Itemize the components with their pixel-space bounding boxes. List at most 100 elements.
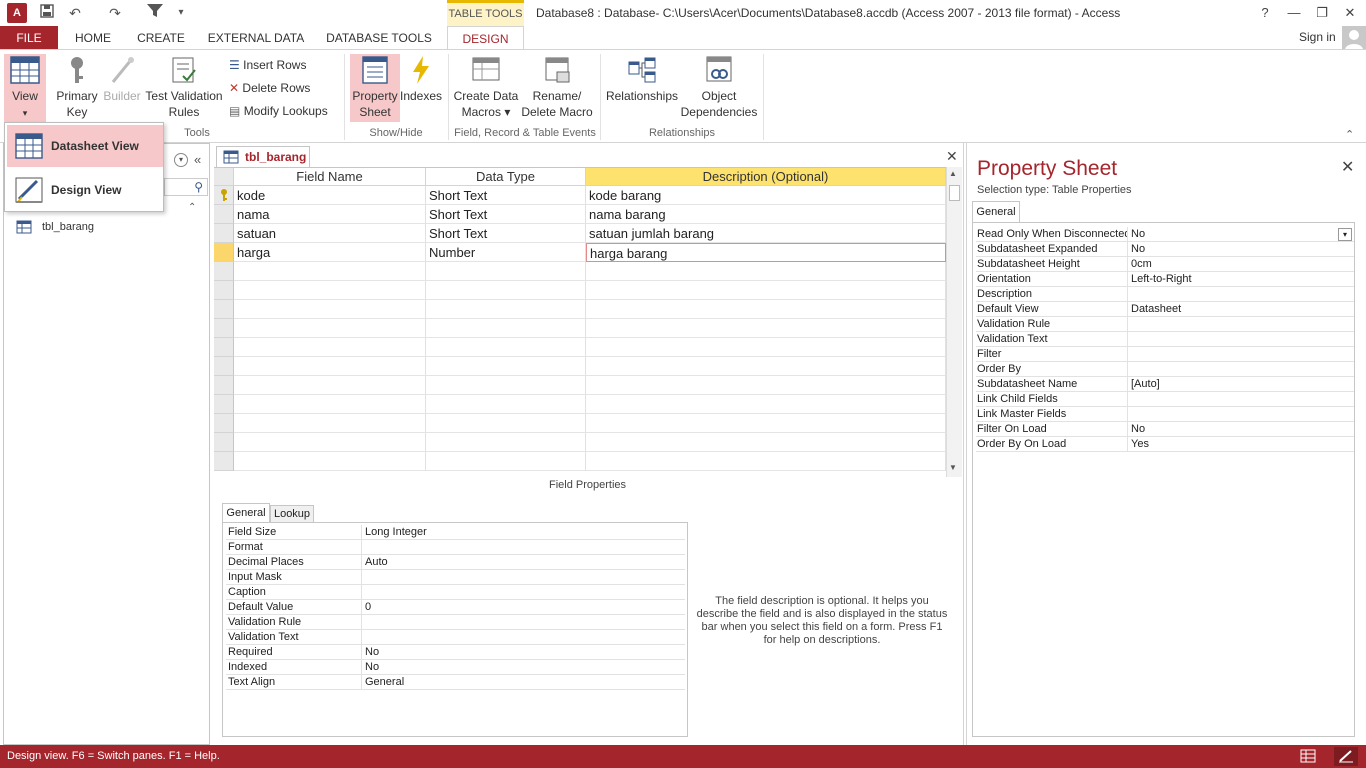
close-window-icon[interactable]: ✕	[1336, 2, 1364, 24]
empty-cell[interactable]	[234, 357, 426, 376]
field-name-cell[interactable]: harga	[234, 243, 426, 262]
rename-delete-macro-button[interactable]: Rename/Delete Macro	[520, 54, 594, 124]
tab-home[interactable]: HOME	[67, 26, 119, 50]
user-avatar[interactable]	[1342, 26, 1366, 50]
tab-file[interactable]: FILE	[0, 26, 58, 50]
empty-cell[interactable]	[586, 433, 946, 452]
field-name-cell[interactable]: nama	[234, 205, 426, 224]
table-property-value[interactable]: Datasheet	[1127, 302, 1354, 317]
row-selector[interactable]	[214, 357, 234, 376]
empty-cell[interactable]	[426, 357, 586, 376]
field-property-value[interactable]	[361, 540, 685, 555]
table-property-row[interactable]: Description	[976, 287, 1354, 302]
table-property-value[interactable]: No	[1127, 227, 1354, 242]
modify-lookups-button[interactable]: ▤ Modify Lookups	[229, 101, 328, 121]
field-property-value[interactable]: 0	[361, 600, 685, 615]
field-property-row[interactable]: Format	[226, 540, 685, 555]
table-property-row[interactable]: Link Master Fields	[976, 407, 1354, 422]
field-property-value[interactable]	[361, 570, 685, 585]
empty-cell[interactable]	[426, 281, 586, 300]
sign-in-link[interactable]: Sign in	[1299, 30, 1336, 44]
empty-cell[interactable]	[234, 395, 426, 414]
tab-design[interactable]: DESIGN	[447, 26, 524, 51]
grid-corner[interactable]	[214, 168, 234, 186]
field-property-value[interactable]: General	[361, 675, 685, 690]
field-name-cell[interactable]: satuan	[234, 224, 426, 243]
empty-cell[interactable]	[586, 376, 946, 395]
table-property-row[interactable]: Order By	[976, 362, 1354, 377]
empty-cell[interactable]	[426, 452, 586, 471]
table-property-value[interactable]	[1127, 317, 1354, 332]
empty-cell[interactable]	[234, 338, 426, 357]
empty-cell[interactable]	[586, 262, 946, 281]
empty-cell[interactable]	[234, 376, 426, 395]
help-button[interactable]: ?	[1251, 2, 1279, 24]
create-data-macros-button[interactable]: Create Data Macros ▾	[452, 54, 520, 124]
header-field-name[interactable]: Field Name	[234, 168, 426, 186]
primary-key-button[interactable]: Primary Key	[54, 54, 100, 124]
collapse-group-icon[interactable]: ⌃	[188, 202, 196, 213]
table-property-row[interactable]: Read Only When Disconnected No ▾	[976, 227, 1354, 242]
header-description[interactable]: Description (Optional)	[586, 168, 946, 186]
description-cell[interactable]: satuan jumlah barang	[586, 224, 946, 243]
builder-button[interactable]: Builder	[100, 54, 144, 122]
table-property-row[interactable]: Subdatasheet Height 0cm	[976, 257, 1354, 272]
table-property-row[interactable]: Link Child Fields	[976, 392, 1354, 407]
data-type-cell[interactable]: Short Text	[426, 224, 586, 243]
table-property-row[interactable]: Orientation Left-to-Right	[976, 272, 1354, 287]
datasheet-view-status-icon[interactable]	[1300, 749, 1316, 768]
field-property-row[interactable]: Input Mask	[226, 570, 685, 585]
row-selector-primary-key[interactable]	[214, 186, 234, 205]
nav-menu-dropdown-icon[interactable]: ▾	[174, 153, 188, 167]
tab-field-lookup[interactable]: Lookup	[270, 505, 314, 523]
data-type-cell[interactable]: Number	[426, 243, 586, 262]
minimize-icon[interactable]: —	[1280, 2, 1308, 24]
field-property-row[interactable]: Text Align General	[226, 675, 685, 690]
restore-icon[interactable]: ❐	[1308, 2, 1336, 24]
field-property-value[interactable]: No	[361, 645, 685, 660]
table-property-value[interactable]	[1127, 407, 1354, 422]
nav-item-tbl-barang[interactable]: tbl_barang	[42, 221, 94, 233]
row-selector[interactable]	[214, 452, 234, 471]
field-property-value[interactable]	[361, 615, 685, 630]
delete-rows-button[interactable]: ✕ Delete Rows	[229, 78, 310, 98]
view-button[interactable]: View ▾	[4, 54, 46, 122]
row-selector[interactable]	[214, 395, 234, 414]
table-property-row[interactable]: Filter On Load No	[976, 422, 1354, 437]
field-property-row[interactable]: Validation Text	[226, 630, 685, 645]
save-icon[interactable]	[38, 4, 56, 22]
table-property-value[interactable]: Left-to-Right	[1127, 272, 1354, 287]
scroll-up-icon[interactable]: ▲	[949, 169, 957, 178]
test-validation-rules-button[interactable]: Test Validation Rules	[144, 54, 224, 124]
empty-cell[interactable]	[586, 338, 946, 357]
field-property-row[interactable]: Field Size Long Integer	[226, 525, 685, 540]
row-selector[interactable]	[214, 300, 234, 319]
field-property-row[interactable]: Indexed No	[226, 660, 685, 675]
row-selector[interactable]	[214, 414, 234, 433]
tab-field-general[interactable]: General	[222, 503, 270, 523]
close-document-icon[interactable]: ✕	[946, 148, 958, 165]
empty-cell[interactable]	[234, 300, 426, 319]
description-cell[interactable]: kode barang	[586, 186, 946, 205]
data-type-cell[interactable]: Short Text	[426, 205, 586, 224]
table-property-value[interactable]: 0cm	[1127, 257, 1354, 272]
empty-cell[interactable]	[234, 262, 426, 281]
table-property-row[interactable]: Subdatasheet Expanded No	[976, 242, 1354, 257]
field-property-value[interactable]: No	[361, 660, 685, 675]
empty-cell[interactable]	[426, 395, 586, 414]
table-property-value[interactable]	[1127, 287, 1354, 302]
tab-property-general[interactable]: General	[972, 201, 1020, 223]
data-type-cell[interactable]: Short Text	[426, 186, 586, 205]
grid-vertical-scrollbar[interactable]: ▲ ▼	[946, 167, 962, 477]
collapse-ribbon-icon[interactable]: ⌃	[1345, 128, 1354, 141]
empty-cell[interactable]	[426, 262, 586, 281]
document-tab-tbl-barang[interactable]: tbl_barang	[216, 146, 310, 168]
customize-qat-icon[interactable]: ▾	[172, 4, 190, 22]
scroll-thumb[interactable]	[949, 185, 960, 201]
table-property-row[interactable]: Subdatasheet Name [Auto]	[976, 377, 1354, 392]
empty-cell[interactable]	[586, 395, 946, 414]
table-property-value[interactable]	[1127, 347, 1354, 362]
relationships-button[interactable]: Relationships	[604, 54, 680, 122]
tab-external-data[interactable]: EXTERNAL DATA	[203, 26, 309, 50]
empty-cell[interactable]	[586, 414, 946, 433]
